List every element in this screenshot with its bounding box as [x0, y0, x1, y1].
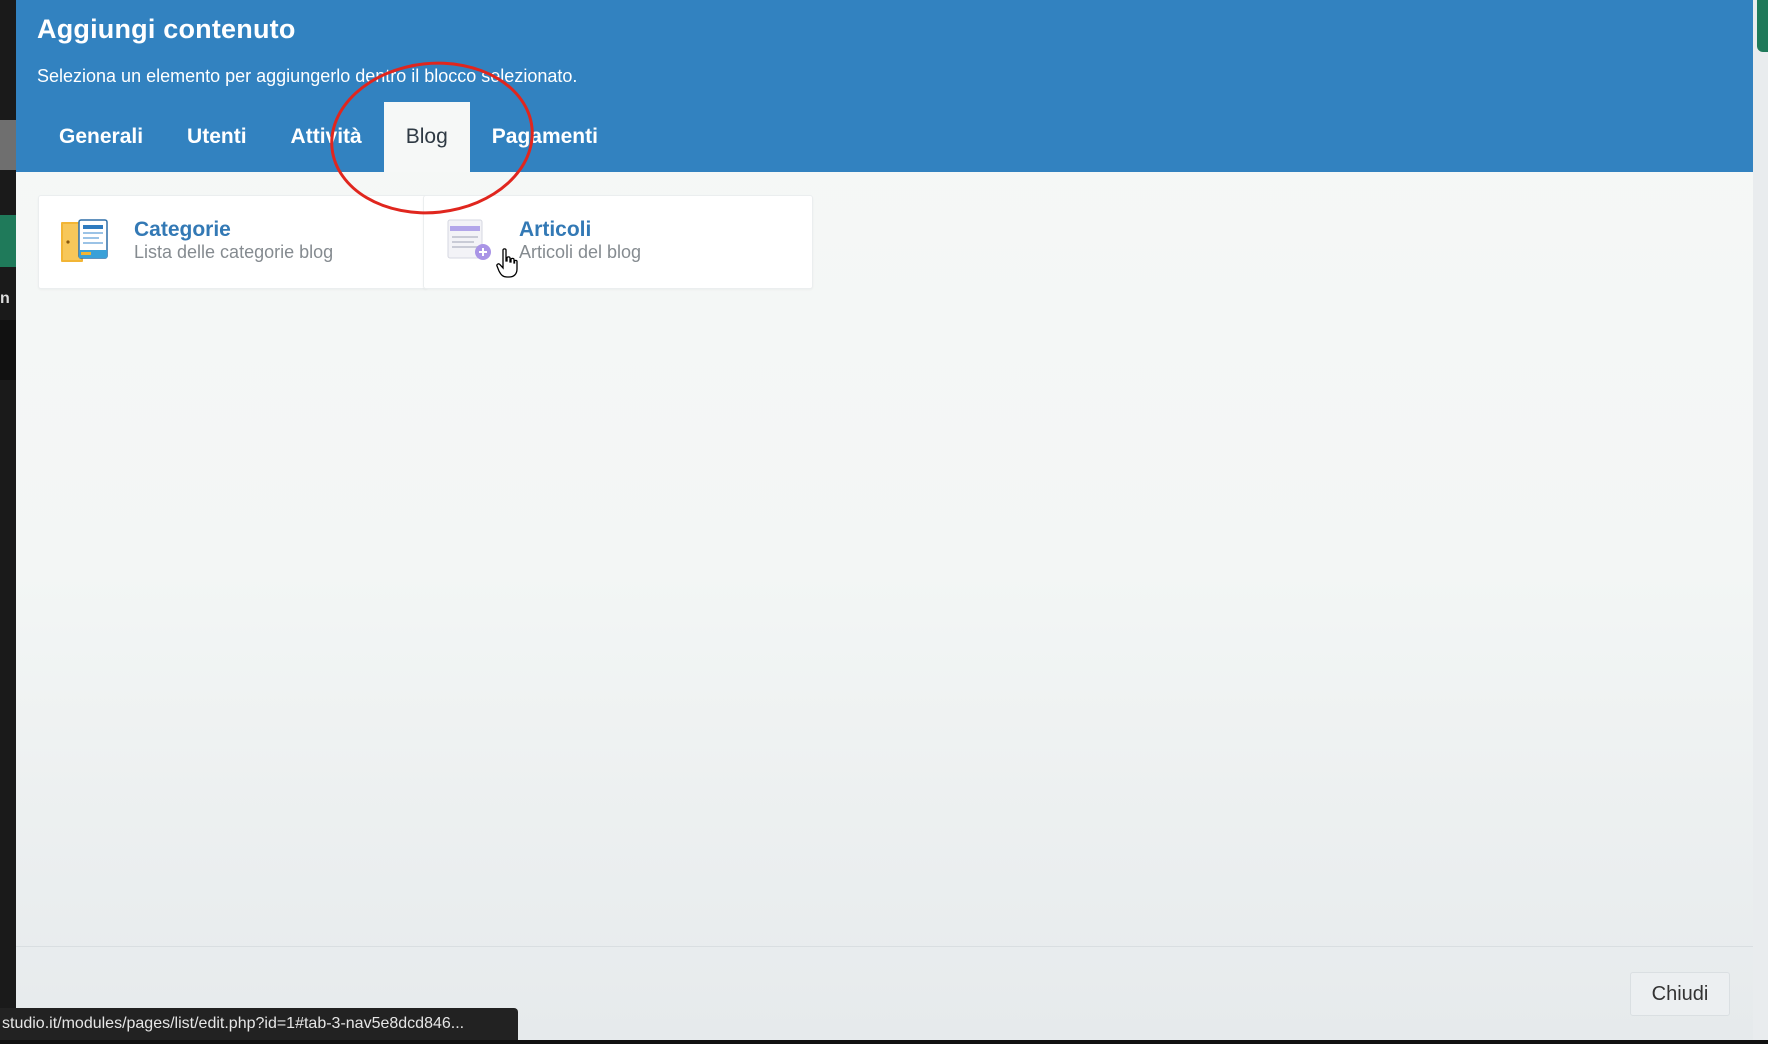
backdrop-partial-text: n: [0, 290, 10, 307]
modal-header: Aggiungi contenuto Seleziona un elemento…: [16, 0, 1753, 172]
status-bar-url: studio.it/modules/pages/list/edit.php?id…: [0, 1008, 518, 1040]
tab-utenti[interactable]: Utenti: [165, 102, 269, 172]
card-categorie[interactable]: Categorie Lista delle categorie blog: [38, 195, 428, 289]
tab-pagamenti[interactable]: Pagamenti: [470, 102, 620, 172]
backdrop-gray-block: [0, 120, 16, 170]
folder-book-icon: [59, 216, 111, 268]
footer-divider: [16, 946, 1753, 947]
card-title: Articoli: [519, 218, 592, 241]
backdrop-left-strip: n: [0, 0, 16, 1044]
hand-pointer-cursor-icon: [496, 248, 518, 278]
backdrop-right-strip: [1753, 0, 1768, 1044]
card-description: Lista delle categorie blog: [134, 242, 334, 262]
close-button[interactable]: Chiudi: [1630, 972, 1730, 1016]
tab-attivita[interactable]: Attività: [269, 102, 384, 172]
modal-title: Aggiungi contenuto: [37, 14, 296, 44]
tab-bar: Generali Utenti Attività Blog Pagamenti: [37, 102, 620, 172]
backdrop-dark-block: [0, 320, 16, 380]
article-add-icon: [444, 216, 496, 268]
card-description: Articoli del blog: [519, 242, 642, 262]
card-title: Categorie: [134, 218, 231, 241]
bottom-edge: [0, 1040, 1768, 1044]
tab-blog[interactable]: Blog: [383, 102, 470, 172]
backdrop-green-accent: [1757, 0, 1768, 52]
add-content-modal: Aggiungi contenuto Seleziona un elemento…: [16, 0, 1753, 1040]
modal-subtitle: Seleziona un elemento per aggiungerlo de…: [37, 66, 578, 86]
backdrop-green-block: [0, 215, 16, 267]
tab-generali[interactable]: Generali: [37, 102, 165, 172]
card-articoli[interactable]: Articoli Articoli del blog: [423, 195, 813, 289]
